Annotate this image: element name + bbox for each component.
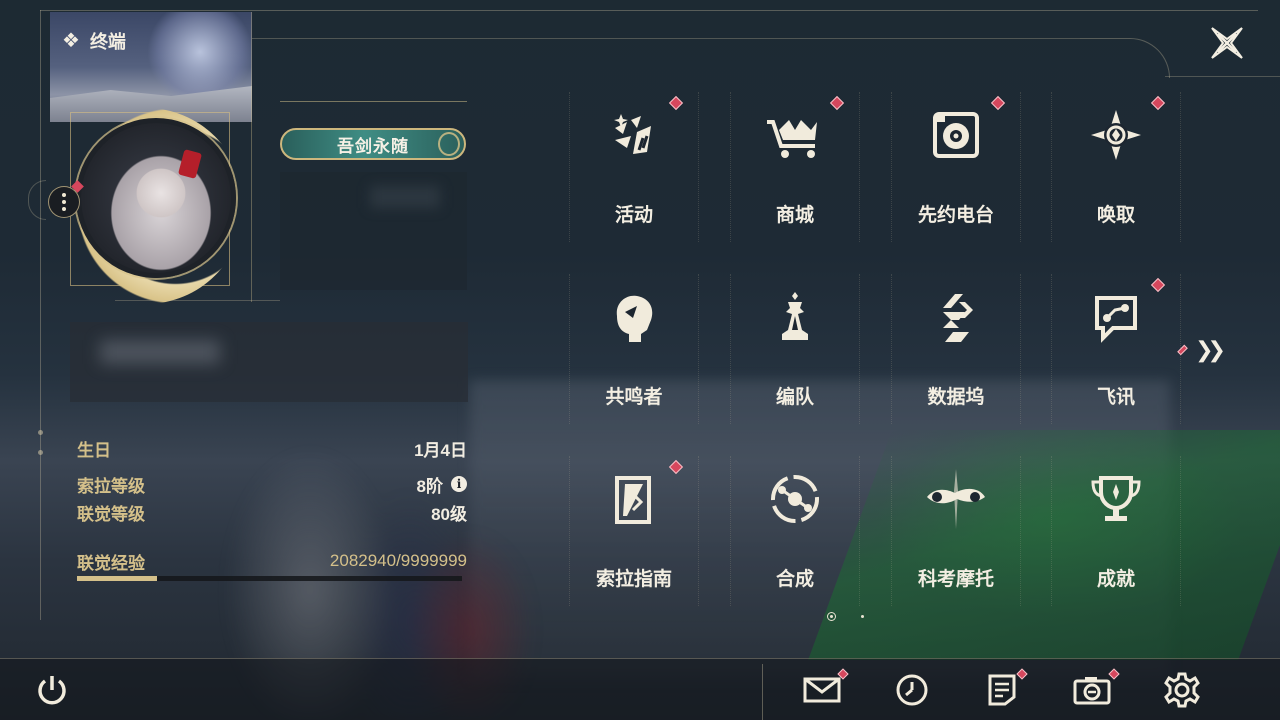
menu-label: 唤取 — [1096, 205, 1135, 226]
menu-item-radio[interactable]: 先约电台 — [891, 92, 1021, 250]
title-badge-text: 吾剑永随 — [337, 136, 409, 156]
frame-line-top — [40, 10, 1258, 11]
stat-label: 联觉经验 — [77, 553, 145, 573]
stat-value: 80级 — [431, 504, 467, 524]
menu-item-achievements[interactable]: 成就 — [1051, 456, 1181, 614]
motorcycle-icon — [916, 464, 996, 534]
title-divider — [280, 101, 467, 102]
avatar[interactable] — [76, 118, 236, 278]
message-icon — [1076, 282, 1156, 352]
page-dot[interactable] — [861, 615, 864, 618]
resonator-icon — [594, 282, 674, 352]
menu-label: 编队 — [775, 387, 814, 408]
notes-button[interactable] — [982, 668, 1028, 710]
stat-value-wrap: 8阶 i — [417, 472, 467, 497]
mail-button[interactable] — [802, 668, 849, 710]
trophy-icon — [1076, 464, 1156, 534]
background-field — [808, 430, 1280, 660]
menu-item-activity[interactable]: 活动 — [569, 92, 699, 250]
stat-union-level: 联觉等级 80级 — [77, 500, 467, 524]
blurred-info-block — [280, 172, 467, 290]
profile-divider — [115, 300, 280, 301]
menu-item-data-dock[interactable]: 数据坞 — [891, 274, 1021, 432]
settings-gear-icon — [1164, 672, 1200, 708]
terminal-diamond-icon: ❖ — [62, 30, 80, 52]
menu-item-synthesis[interactable]: 合成 — [730, 456, 860, 614]
page-title: ❖ 终端 — [62, 28, 126, 54]
menu-item-resonators[interactable]: 共鸣者 — [569, 274, 699, 432]
menu-item-team[interactable]: 编队 — [730, 274, 860, 432]
menu-item-summon[interactable]: 唤取 — [1051, 92, 1181, 250]
page-indicator — [827, 612, 867, 622]
bottom-separator — [762, 664, 763, 720]
guidebook-icon — [594, 464, 674, 534]
blurred-signature-block[interactable] — [70, 322, 468, 402]
synthesis-icon — [755, 464, 835, 534]
stat-label: 生日 — [77, 440, 111, 460]
mail-icon — [803, 677, 841, 703]
activity-icon — [594, 100, 674, 170]
stat-value: 2082940/9999999 — [329, 551, 467, 570]
menu-label: 商城 — [775, 205, 814, 226]
notes-icon — [988, 674, 1016, 706]
clock-button[interactable] — [892, 670, 932, 710]
badge-ornament-icon — [438, 132, 460, 156]
camera-button[interactable] — [1072, 668, 1120, 710]
menu-label: 索拉指南 — [595, 569, 672, 590]
menu-item-sola-guide[interactable]: 索拉指南 — [569, 456, 699, 614]
stat-label: 联觉等级 — [77, 504, 145, 524]
stat-birthday: 生日 1月4日 — [77, 436, 467, 460]
menu-item-messages[interactable]: 飞讯 — [1051, 274, 1181, 432]
menu-label: 科考摩托 — [917, 569, 994, 590]
stat-union-exp: 联觉经验 2082940/9999999 — [77, 549, 467, 573]
exp-progress-fill — [77, 576, 158, 581]
page-dot-active[interactable] — [827, 612, 836, 621]
menu-label: 飞讯 — [1096, 387, 1135, 408]
stat-sola-level: 索拉等级 8阶 i — [77, 472, 467, 496]
frame-line-left — [40, 10, 41, 620]
frame-line-inner — [250, 38, 1080, 39]
stat-value: 8阶 — [416, 476, 443, 496]
radio-icon — [916, 100, 996, 170]
menu-item-shop[interactable]: 商城 — [730, 92, 860, 250]
close-button[interactable] — [1208, 24, 1246, 62]
power-button[interactable] — [32, 670, 72, 710]
stat-value: 1月4日 — [414, 440, 467, 460]
menu-label: 共鸣者 — [605, 387, 663, 408]
left-rail-ornament — [36, 430, 46, 470]
frame-line-right — [1165, 76, 1280, 77]
stat-label: 索拉等级 — [77, 476, 145, 496]
page-title-text: 终端 — [89, 32, 126, 52]
menu-label: 数据坞 — [927, 387, 985, 408]
menu-item-motorcycle[interactable]: 科考摩托 — [891, 456, 1021, 614]
close-icon — [1211, 27, 1243, 59]
shop-cart-icon — [755, 100, 835, 170]
menu-label: 先约电台 — [917, 205, 994, 226]
next-page-button[interactable]: ❯❯ — [1177, 337, 1226, 362]
summon-compass-icon — [1076, 100, 1156, 170]
more-options-button[interactable] — [48, 186, 80, 218]
menu-label: 成就 — [1096, 569, 1135, 590]
camera-icon — [1073, 677, 1111, 705]
clock-icon — [896, 674, 928, 706]
team-chess-icon — [755, 282, 835, 352]
data-dock-icon — [916, 282, 996, 352]
menu-label: 合成 — [775, 569, 814, 590]
exp-progress-bar — [77, 576, 462, 581]
info-icon[interactable]: i — [451, 476, 467, 492]
double-chevron-right-icon: ❯❯ — [1195, 337, 1226, 362]
power-icon — [38, 676, 66, 705]
title-badge[interactable]: 吾剑永随 — [280, 128, 466, 160]
menu-label: 活动 — [614, 205, 653, 226]
settings-button[interactable] — [1162, 670, 1202, 710]
